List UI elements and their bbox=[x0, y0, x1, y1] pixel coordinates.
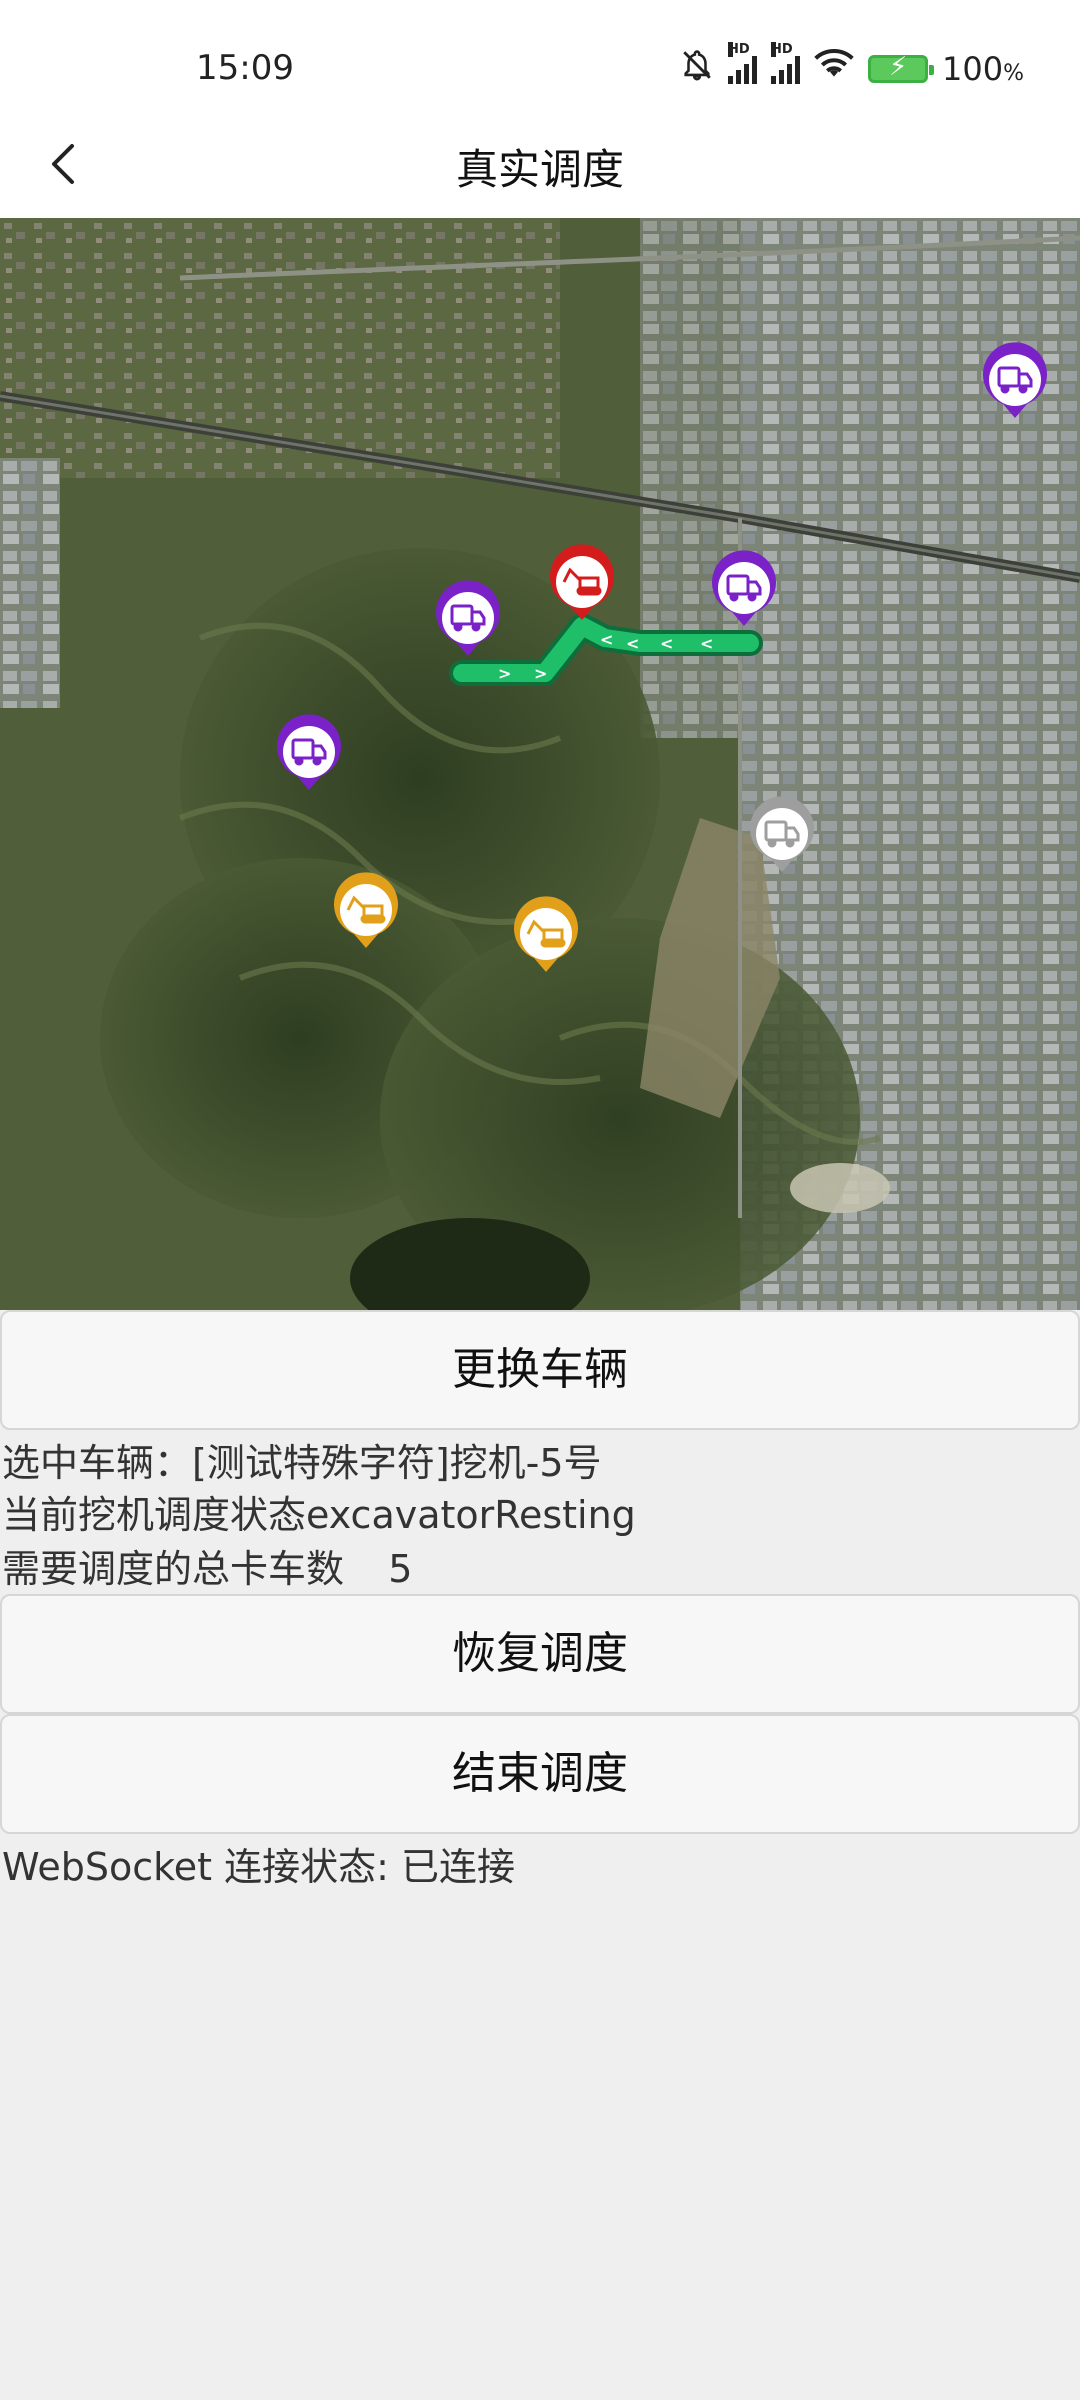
selected-vehicle-label: 选中车辆： bbox=[2, 1441, 193, 1485]
websocket-value: 已连接 bbox=[401, 1845, 516, 1889]
wifi-icon bbox=[814, 49, 854, 89]
total-trucks-info: 需要调度的总卡车数 5 bbox=[2, 1538, 412, 1593]
dispatch-status-label: 当前挖机调度状态 bbox=[2, 1493, 307, 1537]
satellite-map[interactable]: > > < < < < bbox=[0, 218, 1080, 1310]
page-title: 真实调度 bbox=[455, 145, 624, 194]
total-trucks-value: 5 bbox=[388, 1547, 413, 1591]
selected-vehicle-value: [测试特殊字符]挖机-5号 bbox=[192, 1441, 602, 1485]
bell-off-icon bbox=[680, 48, 714, 90]
status-time: 15:09 bbox=[196, 48, 294, 88]
svg-text:>: > bbox=[534, 664, 547, 683]
change-vehicle-button[interactable]: 更换车辆 bbox=[0, 1310, 1080, 1430]
battery-charging-icon: ⚡ bbox=[868, 52, 935, 83]
selected-vehicle-info: 选中车辆：[测试特殊字符]挖机-5号 bbox=[2, 1432, 602, 1487]
dispatch-status-value: excavatorResting bbox=[306, 1493, 636, 1537]
status-bar: 15:09 HD HD ⚡ 100% bbox=[0, 0, 1080, 112]
resume-dispatch-button[interactable]: 恢复调度 bbox=[0, 1594, 1080, 1714]
dispatch-status-info: 当前挖机调度状态excavatorResting bbox=[2, 1484, 636, 1539]
svg-text:>: > bbox=[498, 664, 511, 683]
battery-percent: 100% bbox=[942, 50, 1024, 88]
svg-text:<: < bbox=[626, 634, 639, 653]
hd-signal-icon: HD bbox=[728, 42, 758, 84]
nav-bar: 真实调度 bbox=[0, 112, 1080, 218]
total-trucks-label: 需要调度的总卡车数 bbox=[2, 1547, 345, 1591]
end-dispatch-button[interactable]: 结束调度 bbox=[0, 1714, 1080, 1834]
map-canvas[interactable]: > > < < < < bbox=[0, 218, 1080, 1310]
svg-text:<: < bbox=[600, 630, 613, 649]
hd-signal-icon: HD bbox=[771, 42, 801, 84]
svg-text:<: < bbox=[660, 634, 673, 653]
quarry bbox=[790, 1163, 890, 1213]
status-icons: HD HD ⚡ 100% bbox=[680, 42, 1024, 90]
svg-text:<: < bbox=[700, 634, 713, 653]
websocket-status: WebSocket 连接状态: 已连接 bbox=[2, 1836, 515, 1891]
websocket-label: WebSocket 连接状态: bbox=[2, 1845, 402, 1889]
urban-area bbox=[0, 458, 60, 708]
